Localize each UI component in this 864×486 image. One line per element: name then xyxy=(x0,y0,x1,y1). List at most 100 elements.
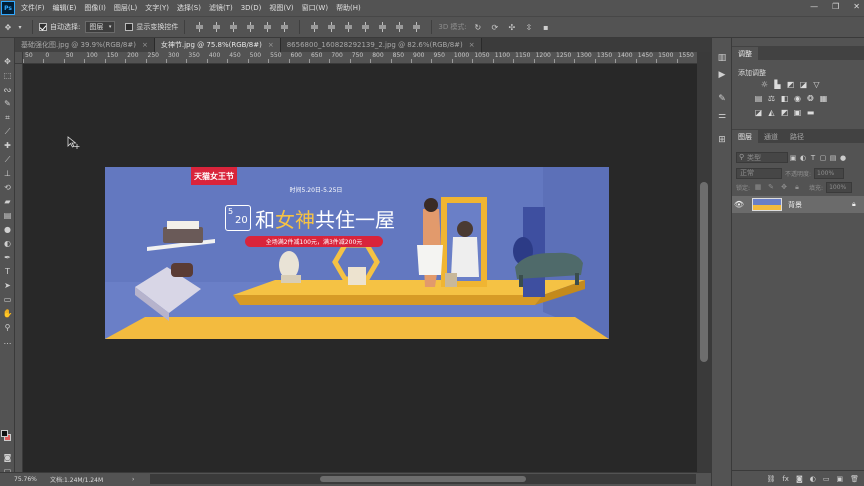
blur-tool-icon[interactable]: ● xyxy=(2,224,13,235)
menu-view[interactable]: 视图(V) xyxy=(265,3,297,13)
lock-transparent-icon[interactable]: ▦ xyxy=(753,183,763,191)
filter-smart-icon[interactable]: ▤ xyxy=(828,154,838,162)
lock-all-icon[interactable]: 🔒︎ xyxy=(792,183,802,192)
close-tab-icon[interactable]: × xyxy=(469,41,475,49)
filter-shape-icon[interactable]: ▢ xyxy=(818,154,828,162)
healing-brush-tool-icon[interactable]: ✚ xyxy=(2,140,13,151)
tab-channels[interactable]: 通道 xyxy=(758,130,784,143)
zoom-level[interactable]: 75.76% xyxy=(0,476,42,483)
add-mask-icon[interactable]: ◙ xyxy=(796,475,803,483)
ruler-vertical[interactable] xyxy=(15,64,23,472)
black-white-icon[interactable]: ◧ xyxy=(780,94,789,103)
3d-rotate-icon[interactable]: ↻ xyxy=(472,21,484,33)
filter-type-icon[interactable]: T xyxy=(808,154,818,162)
exposure-icon[interactable]: ◪ xyxy=(799,80,808,89)
scroll-thumb[interactable] xyxy=(700,182,708,362)
filter-pixel-icon[interactable]: ▣ xyxy=(788,154,798,162)
color-lookup-icon[interactable]: ▦ xyxy=(819,94,828,103)
gradient-tool-icon[interactable]: ▤ xyxy=(2,210,13,221)
horizontal-scrollbar[interactable] xyxy=(150,474,696,484)
filter-adjustment-icon[interactable]: ◐ xyxy=(798,154,808,162)
invert-icon[interactable]: ◪ xyxy=(754,108,763,117)
crop-tool-icon[interactable]: ⌗ xyxy=(2,112,13,123)
align-left-icon[interactable] xyxy=(246,22,255,32)
quick-select-tool-icon[interactable]: ✎ xyxy=(2,98,13,109)
menu-window[interactable]: 窗口(W) xyxy=(298,3,332,13)
brush-tool-icon[interactable]: ⟋ xyxy=(2,154,13,165)
photo-filter-icon[interactable]: ◉ xyxy=(793,94,802,103)
menu-image[interactable]: 图像(I) xyxy=(80,3,110,13)
menu-edit[interactable]: 编辑(E) xyxy=(49,3,81,13)
clone-stamp-tool-icon[interactable]: ⊥ xyxy=(2,168,13,179)
show-transform-checkbox[interactable] xyxy=(125,23,134,31)
align-bottom-icon[interactable] xyxy=(229,22,238,32)
hand-tool-icon[interactable]: ✋ xyxy=(2,308,13,319)
ruler-horizontal[interactable]: 50 0 50 100 150 200 250 300 350 400 450 500 550 600 65… xyxy=(23,52,697,64)
distribute-vcenter-icon[interactable] xyxy=(327,22,336,32)
align-hcenter-icon[interactable] xyxy=(263,22,272,32)
history-brush-tool-icon[interactable]: ⟲ xyxy=(2,182,13,193)
tab-document-2[interactable]: 女神节.jpg @ 75.8%(RGB/8#) × xyxy=(154,38,281,52)
path-select-tool-icon[interactable]: ➤ xyxy=(2,280,13,291)
distribute-hcenter-icon[interactable] xyxy=(378,22,387,32)
align-top-icon[interactable] xyxy=(195,22,204,32)
shape-tool-icon[interactable]: ▭ xyxy=(2,294,13,305)
menu-type[interactable]: 文字(Y) xyxy=(141,3,173,13)
tab-paths[interactable]: 路径 xyxy=(784,130,810,143)
maximize-button[interactable]: ❐ xyxy=(832,2,839,11)
lock-position-icon[interactable]: ✥ xyxy=(779,183,789,191)
color-balance-icon[interactable]: ⚖ xyxy=(767,94,776,103)
auto-select-target-dropdown[interactable]: 图层 ▾ xyxy=(85,21,116,33)
pen-tool-icon[interactable]: ✒ xyxy=(2,252,13,263)
layer-row[interactable]: 👁︎ 背景 🔒︎ xyxy=(732,196,864,213)
character-panel-icon[interactable]: ⊞ xyxy=(716,134,728,146)
distribute-top-icon[interactable] xyxy=(310,22,319,32)
eraser-tool-icon[interactable]: ▰ xyxy=(2,196,13,207)
posterize-icon[interactable]: ◭ xyxy=(767,108,776,117)
menu-help[interactable]: 帮助(H) xyxy=(332,3,365,13)
brush-settings-icon[interactable]: ⚌ xyxy=(716,110,728,122)
distribute-bottom-icon[interactable] xyxy=(344,22,353,32)
auto-select-checkbox[interactable] xyxy=(39,23,47,31)
link-layers-icon[interactable]: ⛓ xyxy=(766,475,775,483)
tool-preset-dropdown-icon[interactable]: ▾ xyxy=(14,21,26,33)
3d-roll-icon[interactable]: ⟳ xyxy=(489,21,501,33)
distribute-left-icon[interactable] xyxy=(361,22,370,32)
ruler-origin[interactable] xyxy=(15,52,23,64)
lock-pixels-icon[interactable]: ✎ xyxy=(766,183,776,191)
close-tab-icon[interactable]: × xyxy=(268,41,274,49)
move-tool-icon[interactable]: ✥ xyxy=(2,56,13,67)
marquee-tool-icon[interactable]: ⬚ xyxy=(2,70,13,81)
type-tool-icon[interactable]: T xyxy=(2,266,13,277)
close-button[interactable]: ✕ xyxy=(853,2,860,11)
layer-kind-filter[interactable]: ⚲ 类型 xyxy=(736,152,788,163)
3d-scale-icon[interactable]: ▪ xyxy=(540,21,552,33)
align-vcenter-icon[interactable] xyxy=(212,22,221,32)
tab-document-3[interactable]: 8656800_160828292139_2.jpg @ 82.6%(RGB/8… xyxy=(280,38,482,52)
align-right-icon[interactable] xyxy=(280,22,289,32)
menu-file[interactable]: 文件(F) xyxy=(17,3,49,13)
move-tool-icon[interactable]: ✥ xyxy=(2,21,14,33)
zoom-tool-icon[interactable]: ⚲ xyxy=(2,322,13,333)
eye-icon[interactable]: 👁︎ xyxy=(732,200,746,209)
quick-mask-icon[interactable]: ◙ xyxy=(2,452,13,463)
menu-filter[interactable]: 滤镜(T) xyxy=(205,3,237,13)
minimize-button[interactable]: — xyxy=(810,2,818,11)
status-menu-arrow-icon[interactable]: › xyxy=(132,476,134,483)
distribute-right-icon[interactable] xyxy=(395,22,404,32)
document-image[interactable]: 天猫女王节 时间5.20日-5.25日 5 20 和 女神 共住一屋 全场满2件… xyxy=(105,167,609,339)
history-panel-icon[interactable]: ▥ xyxy=(716,52,728,64)
menu-layer[interactable]: 图层(L) xyxy=(110,3,141,13)
dodge-tool-icon[interactable]: ◐ xyxy=(2,238,13,249)
tab-document-1[interactable]: 基础强化图.jpg @ 39.9%(RGB/8#) × xyxy=(15,38,155,52)
hue-saturation-icon[interactable]: ▤ xyxy=(754,94,763,103)
filter-toggle-icon[interactable]: ● xyxy=(838,154,848,162)
vertical-scrollbar[interactable] xyxy=(697,52,711,472)
channel-mixer-icon[interactable]: ❂ xyxy=(806,94,815,103)
fill-input[interactable]: 100% xyxy=(826,181,853,193)
new-adjustment-icon[interactable]: ◐ xyxy=(810,475,816,483)
3d-pan-icon[interactable]: ✣ xyxy=(506,21,518,33)
scroll-thumb[interactable] xyxy=(320,476,526,482)
close-tab-icon[interactable]: × xyxy=(142,41,148,49)
opacity-input[interactable]: 100% xyxy=(814,167,845,179)
